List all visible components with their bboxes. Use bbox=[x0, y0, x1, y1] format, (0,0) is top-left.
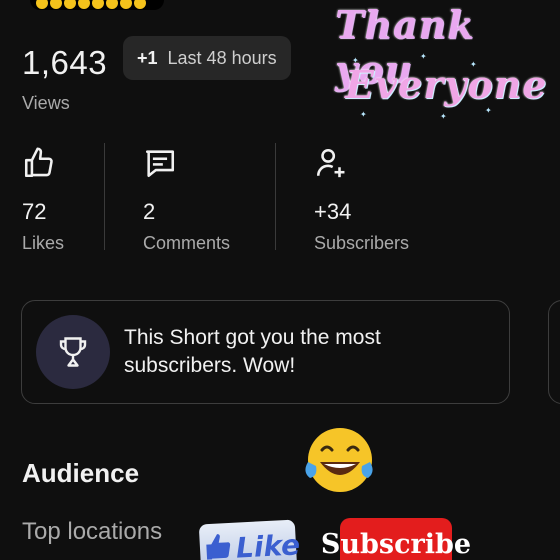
emoji-icon bbox=[36, 0, 48, 9]
emoji-icon bbox=[120, 0, 132, 9]
sparkle-icon: ✦ bbox=[485, 106, 492, 115]
comments-count: 2 bbox=[143, 199, 156, 224]
views-delta-value: +1 bbox=[137, 47, 158, 68]
likes-label: Likes bbox=[22, 233, 65, 253]
views-delta-badge: +1 Last 48 hours bbox=[123, 36, 291, 80]
emoji-icon bbox=[50, 0, 62, 9]
thumbs-up-icon bbox=[24, 147, 53, 178]
stat-likes[interactable]: 72 Likes bbox=[22, 146, 64, 254]
subscribe-sticker: Subscribe bbox=[321, 518, 471, 560]
audience-title: Audience bbox=[22, 458, 140, 488]
laughing-emoji-icon bbox=[305, 428, 373, 492]
subscribe-sticker-text: Subscribe bbox=[320, 528, 472, 560]
trophy-icon bbox=[59, 337, 87, 367]
sparkle-icon: ✦ bbox=[352, 56, 359, 65]
like-sticker: Like bbox=[198, 519, 301, 560]
top-locations-title: Top locations bbox=[22, 518, 163, 545]
views-count: 1,643 bbox=[22, 44, 108, 81]
stat-comments[interactable]: 2 Comments bbox=[143, 146, 230, 254]
comments-label: Comments bbox=[143, 233, 231, 253]
sparkle-icon: ✦ bbox=[360, 110, 367, 119]
emoji-icon bbox=[134, 0, 146, 9]
like-sticker-text: Like bbox=[235, 527, 301, 560]
subscribers-label: Subscribers bbox=[314, 233, 410, 253]
sparkle-icon: ✦ bbox=[420, 52, 427, 61]
stat-subscribers[interactable]: +34 Subscribers bbox=[314, 146, 409, 254]
stat-divider bbox=[275, 143, 276, 250]
video-thumbnail-strip[interactable] bbox=[30, 0, 164, 10]
subscribers-count: +34 bbox=[314, 199, 352, 224]
thank-you-sticker-line2: Everyone bbox=[345, 62, 548, 107]
insight-card[interactable]: This Short got you the most subscribers.… bbox=[21, 300, 510, 404]
sparkle-icon: ✦ bbox=[440, 112, 447, 121]
emoji-icon bbox=[78, 0, 90, 9]
trophy-badge bbox=[36, 315, 110, 389]
emoji-icon bbox=[106, 0, 118, 9]
comment-icon bbox=[145, 150, 175, 178]
add-person-icon bbox=[316, 148, 345, 178]
emoji-icon bbox=[92, 0, 104, 9]
stat-divider bbox=[104, 143, 105, 250]
next-insight-card[interactable] bbox=[548, 300, 560, 404]
emoji-icon bbox=[64, 0, 76, 9]
views-delta-period: Last 48 hours bbox=[167, 47, 277, 68]
likes-count: 72 bbox=[22, 199, 47, 224]
insight-text: This Short got you the most subscribers.… bbox=[124, 326, 381, 377]
views-label: Views bbox=[22, 93, 70, 113]
sparkle-icon: ✦ bbox=[470, 60, 477, 69]
thumbs-up-icon bbox=[206, 534, 231, 560]
